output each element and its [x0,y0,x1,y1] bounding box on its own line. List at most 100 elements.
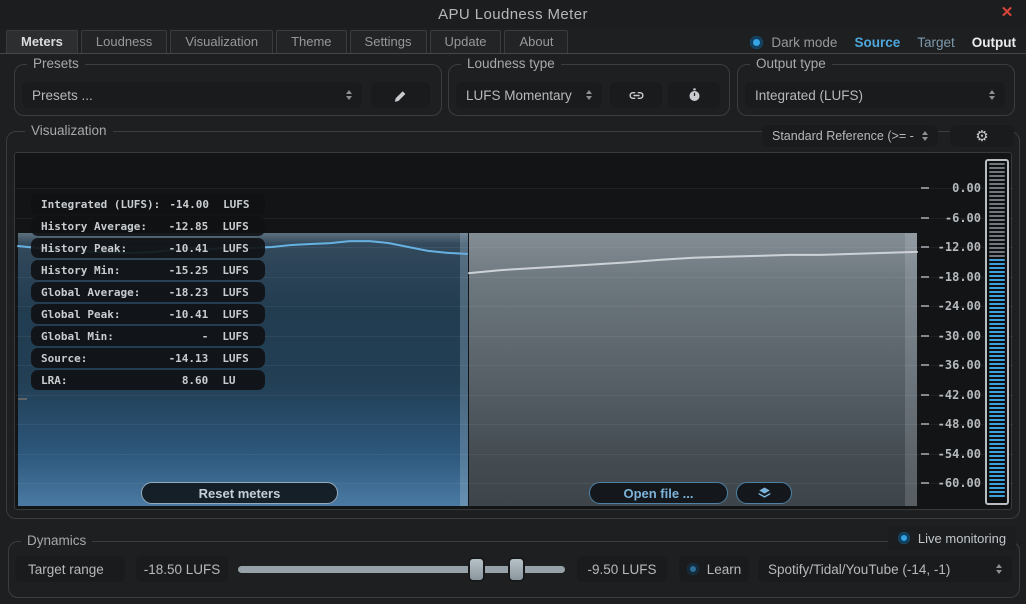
stat-label: History Average: [41,220,158,233]
tab-visualization[interactable]: Visualization [170,30,273,53]
meter-segment [989,219,1005,221]
tab-settings[interactable]: Settings [350,30,427,53]
loudness-chart: Integrated (LUFS):-14.00LUFSHistory Aver… [14,152,1012,510]
visualization-settings-button[interactable]: ⚙ [950,125,1014,147]
meter-segment [989,311,1005,313]
stat-row: LRA:8.60LU [31,370,265,390]
meter-segment [989,175,1005,177]
meter-segment [989,479,1005,481]
meter-segment [989,431,1005,433]
spinner-icon [338,90,352,100]
meter-segment [989,339,1005,341]
tab-loudness[interactable]: Loudness [81,30,167,53]
meter-segment [989,335,1005,337]
learn-toggle[interactable]: Learn [679,556,749,582]
view-link-target[interactable]: Target [917,35,955,50]
title-bar: APU Loudness Meter ✕ [0,0,1026,28]
stat-unit: LUFS [222,220,255,233]
edit-preset-button[interactable] [371,82,430,108]
live-monitoring-label: Live monitoring [918,531,1006,546]
view-link-output[interactable]: Output [972,35,1016,50]
loudness-type-value: LUFS Momentary [466,88,572,103]
stat-unit: LUFS [222,242,255,255]
meter-segment [989,171,1005,173]
stat-row: History Peak:-10.41 LUFS [31,238,265,258]
level-meter [985,159,1009,505]
stat-label: Source: [41,352,158,365]
link-channels-button[interactable] [610,82,662,108]
meter-segment [989,483,1005,485]
window-title: APU Loudness Meter [0,0,1026,28]
stat-label: History Peak: [41,242,158,255]
meter-segment [989,263,1005,265]
stat-value: -12.85 [158,220,208,233]
meter-segment [989,243,1005,245]
spinner-icon [988,564,1002,574]
live-monitoring-toggle[interactable]: Live monitoring [888,526,1016,550]
tab-update[interactable]: Update [430,30,502,53]
axis-tick-label: -60.00 [911,476,981,490]
meter-segment [989,395,1005,397]
layers-button[interactable] [736,482,792,504]
meter-segment [989,235,1005,237]
meter-segment [989,299,1005,301]
learn-toggle-icon[interactable] [687,563,699,575]
meter-segment [989,195,1005,197]
meter-segment [989,383,1005,385]
dynamics-preset-value: Spotify/Tidal/YouTube (-14, -1) [768,562,950,577]
live-monitoring-toggle-icon[interactable] [898,532,910,544]
pencil-icon [393,88,408,103]
meter-segment [989,251,1005,253]
meter-segment [989,343,1005,345]
target-range-slider[interactable] [238,556,565,582]
dynamics-preset-select[interactable]: Spotify/Tidal/YouTube (-14, -1) [758,556,1012,582]
momentary-window-button[interactable] [668,82,720,108]
reference-select-value: Standard Reference (>= -60) [772,129,914,143]
view-link-source[interactable]: Source [854,35,900,50]
meter-segment [989,215,1005,217]
stat-value: -14.13 [158,352,208,365]
meter-segment [989,443,1005,445]
output-type-select[interactable]: Integrated (LUFS) [745,82,1005,108]
gear-icon: ⚙ [975,127,988,145]
meter-segment [989,191,1005,193]
stat-unit: LUFS [222,330,255,343]
dark-mode-toggle[interactable]: Dark mode [750,35,837,50]
meter-segment [989,179,1005,181]
open-file-button[interactable]: Open file ... [589,482,728,504]
meter-segment [989,307,1005,309]
output-type-legend: Output type [750,56,832,71]
tab-about[interactable]: About [504,30,568,53]
stat-value: -10.41 [158,242,208,255]
close-icon[interactable]: ✕ [998,4,1016,22]
meter-segment [989,495,1005,497]
meter-segment [989,287,1005,289]
slider-handle-min[interactable] [468,557,485,582]
tab-theme[interactable]: Theme [276,30,346,53]
meter-segment [989,183,1005,185]
current-value-tick [18,398,27,400]
stat-unit: LUFS [222,264,255,277]
meter-segment [989,435,1005,437]
meter-segment [989,439,1005,441]
stat-row: Source:-14.13LUFS [31,348,265,368]
loudness-type-select[interactable]: LUFS Momentary [456,82,602,108]
meter-segment [989,275,1005,277]
slider-handle-max[interactable] [508,557,525,582]
meter-segment [989,371,1005,373]
meter-segment [989,163,1005,165]
presets-select[interactable]: Presets ... [22,82,362,108]
stat-value: - [158,330,208,343]
meter-segment [989,231,1005,233]
dark-mode-toggle-icon[interactable] [750,36,763,49]
stat-unit: LUFS [222,286,255,299]
meter-segment [989,459,1005,461]
reset-meters-button[interactable]: Reset meters [141,482,338,504]
stat-value: 8.60 [158,374,208,387]
meter-segment [989,399,1005,401]
meter-segment [989,347,1005,349]
tab-meters[interactable]: Meters [6,30,78,53]
axis-tick-label: -48.00 [911,417,981,431]
reference-select[interactable]: Standard Reference (>= -60) [762,125,938,147]
range-max-value: -9.50 LUFS [577,556,667,582]
